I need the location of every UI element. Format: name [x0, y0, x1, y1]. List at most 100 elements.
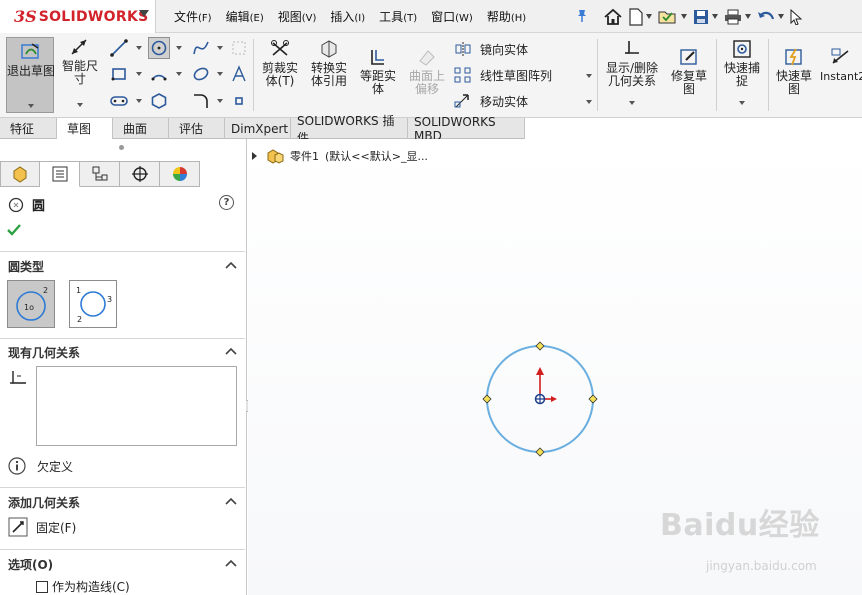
slot-tool[interactable]	[108, 90, 130, 112]
open-button[interactable]	[655, 0, 690, 33]
svg-text:1o: 1o	[24, 303, 34, 312]
menu-view[interactable]: 视图(V)	[278, 8, 317, 25]
chevron-up-icon[interactable]	[225, 559, 237, 567]
menu-help[interactable]: 帮助(H)	[487, 8, 526, 25]
command-tabs: 特征 草图 曲面 评估 DimXpert SOLIDWORKS 插件 SOLID…	[0, 114, 862, 145]
line-tool[interactable]	[108, 37, 130, 59]
linear-pattern-button[interactable]: 线性草图阵列	[454, 65, 552, 85]
construction-geometry-checkbox[interactable]: 作为构造线(C)	[36, 578, 130, 595]
handle-left[interactable]	[482, 394, 492, 404]
property-list-icon	[52, 166, 67, 182]
spline-tool-caret[interactable]	[217, 46, 223, 50]
configuration-manager-tab[interactable]	[80, 161, 120, 187]
repair-sketch-button[interactable]: 修复草图	[666, 47, 712, 96]
trim-entities-button[interactable]: 剪裁实体(T)	[258, 39, 302, 88]
checkbox-box[interactable]	[36, 580, 48, 593]
display-relations-caret[interactable]	[629, 101, 635, 105]
spline-tool[interactable]	[190, 37, 212, 59]
display-delete-relations-button[interactable]: 显示/删除几何关系	[602, 39, 662, 105]
circle-tool-caret[interactable]	[176, 46, 182, 50]
circle-type-section[interactable]: 圆类型	[0, 256, 247, 276]
move-label: 移动实体	[480, 94, 529, 109]
mirror-entities-button[interactable]: 镜向实体	[454, 39, 528, 59]
menu-edit[interactable]: 编辑(E)	[226, 8, 264, 25]
rapid-sketch-button[interactable]: 快速草图	[772, 47, 816, 96]
property-manager-tab[interactable]	[40, 161, 80, 187]
tab-solidworks-mbd[interactable]: SOLIDWORKS MBD	[408, 115, 525, 143]
pattern-caret[interactable]	[586, 74, 592, 78]
slot-tool-caret[interactable]	[136, 99, 142, 103]
menu-tools[interactable]: 工具(T)	[379, 8, 417, 25]
new-button[interactable]	[626, 0, 655, 33]
center-circle-button[interactable]: 1o 2	[7, 280, 55, 328]
chevron-up-icon[interactable]	[225, 497, 237, 505]
move-caret[interactable]	[586, 100, 592, 104]
ellipse-tool-caret[interactable]	[217, 72, 223, 76]
rectangle-tool-caret[interactable]	[136, 72, 142, 76]
add-relations-section[interactable]: 添加几何关系	[0, 492, 247, 512]
help-icon[interactable]: ?	[219, 195, 234, 210]
undo-button[interactable]	[754, 0, 787, 33]
offset-icon	[371, 50, 384, 65]
text-tool[interactable]	[228, 63, 250, 85]
chevron-up-icon[interactable]	[225, 261, 237, 269]
sketch-origin	[534, 367, 557, 405]
handle-bottom[interactable]	[535, 447, 545, 457]
info-icon	[8, 457, 26, 475]
existing-relations-list[interactable]	[36, 366, 237, 446]
handle-right[interactable]	[588, 394, 598, 404]
print-button[interactable]	[721, 0, 754, 33]
fix-relation-button[interactable]: 固定(F)	[8, 517, 76, 537]
menu-window[interactable]: 窗口(W)	[431, 8, 473, 25]
tab-features[interactable]: 特征	[0, 118, 57, 139]
tab-surfaces[interactable]: 曲面	[113, 118, 169, 139]
handle-top[interactable]	[535, 341, 545, 351]
smart-dimension-button[interactable]: 智能尺寸	[58, 37, 102, 107]
tab-dimxpert[interactable]: DimXpert	[225, 118, 291, 139]
line-tool-caret[interactable]	[136, 46, 142, 50]
chevron-up-icon[interactable]	[225, 347, 237, 355]
menu-file[interactable]: 文件(F)	[174, 8, 212, 25]
configuration-icon	[92, 166, 107, 181]
display-manager-tab[interactable]	[160, 161, 200, 187]
options-section[interactable]: 选项(O)	[0, 554, 247, 574]
plane-tool[interactable]	[228, 37, 250, 59]
offset-entities-button[interactable]: 等距实体	[356, 47, 400, 96]
exit-sketch-caret[interactable]	[28, 104, 34, 108]
panel-resize-handle[interactable]	[119, 145, 124, 150]
perimeter-circle-button[interactable]: 1 3 2	[69, 280, 117, 328]
rectangle-tool[interactable]	[108, 63, 130, 85]
select-button[interactable]	[787, 0, 805, 33]
logo-dropdown-icon[interactable]	[139, 10, 149, 17]
instant2d-button[interactable]: Instant2D	[820, 47, 862, 83]
quick-snaps-button[interactable]: 快速捕捉	[720, 39, 764, 105]
offset-on-surface-button[interactable]: 曲面上偏移	[404, 47, 450, 96]
arc-tool[interactable]	[148, 63, 170, 85]
under-defined-label: 欠定义	[37, 459, 74, 474]
fillet-tool-caret[interactable]	[217, 99, 223, 103]
ok-button[interactable]	[6, 223, 22, 240]
ellipse-tool[interactable]	[190, 63, 212, 85]
move-entities-button[interactable]: 移动实体	[454, 91, 528, 111]
pin-icon[interactable]	[576, 9, 588, 27]
smart-dimension-caret[interactable]	[77, 103, 83, 107]
convert-entities-button[interactable]: 转换实体引用	[306, 39, 352, 88]
feature-manager-tab[interactable]	[0, 161, 40, 187]
polygon-tool[interactable]	[148, 90, 170, 112]
tab-sketch[interactable]: 草图	[57, 118, 113, 139]
dimxpert-manager-tab[interactable]	[120, 161, 160, 187]
existing-relations-section[interactable]: 现有几何关系	[0, 342, 247, 362]
section-divider	[0, 549, 245, 550]
circle-tool[interactable]	[148, 37, 170, 59]
point-tool[interactable]	[228, 90, 250, 112]
home-button[interactable]	[600, 0, 626, 33]
save-button[interactable]	[690, 0, 721, 33]
fillet-tool[interactable]	[190, 90, 212, 112]
solidworks-logo[interactable]: 3S SOLIDWORKS	[0, 0, 156, 33]
quick-snap-caret[interactable]	[739, 101, 745, 105]
tab-evaluate[interactable]: 评估	[169, 118, 225, 139]
arc-tool-caret[interactable]	[176, 72, 182, 76]
menu-insert[interactable]: 插入(I)	[330, 8, 365, 25]
exit-sketch-button[interactable]: 退出草图	[6, 37, 55, 113]
tab-solidworks-addins[interactable]: SOLIDWORKS 插件	[291, 114, 408, 145]
